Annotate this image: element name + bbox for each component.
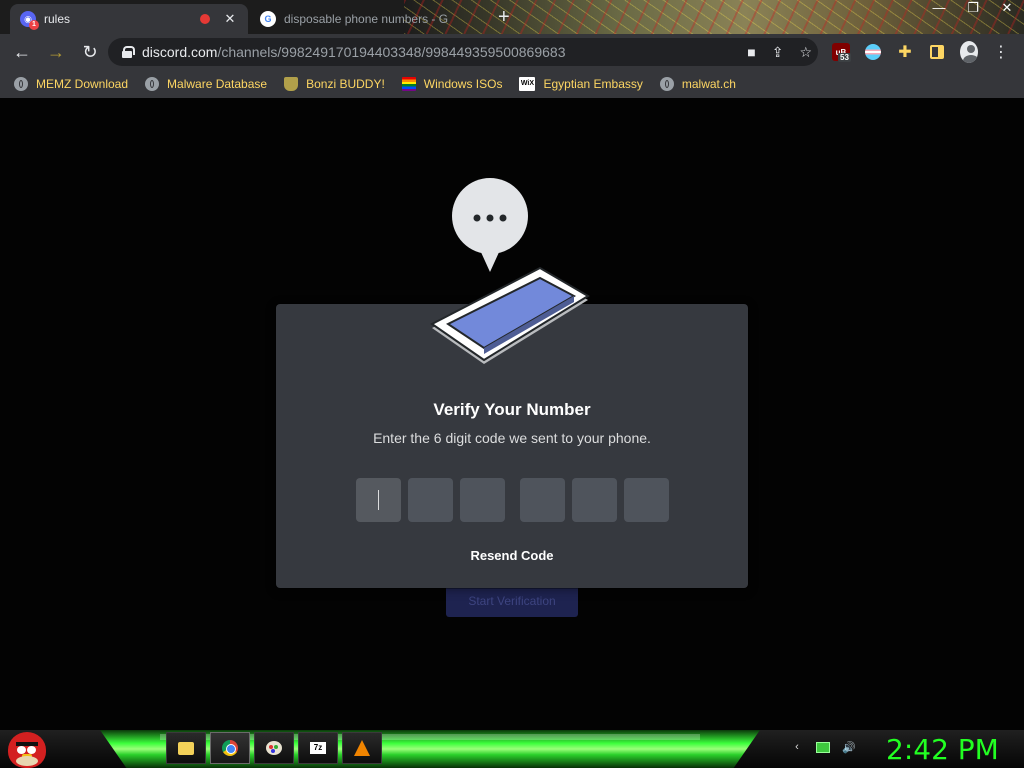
ublock-origin-icon[interactable]: uB 53 — [832, 43, 851, 62]
bookmark-bonzi-buddy[interactable]: Bonzi BUDDY! — [284, 77, 385, 91]
code-digit-1[interactable] — [356, 478, 401, 522]
minimize-icon[interactable]: — — [922, 0, 956, 18]
new-tab-button[interactable]: + — [498, 6, 510, 29]
code-digit-3[interactable] — [460, 478, 505, 522]
volume-icon[interactable]: 🔊 — [842, 740, 856, 754]
bookmark-label: MEMZ Download — [36, 77, 129, 91]
bookmark-label: Bonzi BUDDY! — [306, 77, 385, 91]
bookmark-malwatch[interactable]: malwat.ch — [659, 77, 736, 91]
paint-task[interactable] — [254, 732, 294, 764]
chrome-task[interactable] — [210, 732, 250, 764]
bookmark-label: Egyptian Embassy — [543, 77, 643, 91]
globe-icon — [145, 77, 160, 91]
close-window-icon[interactable]: ✕ — [990, 0, 1024, 18]
7zip-icon: 7z — [310, 742, 326, 754]
share-icon[interactable]: ⇪ — [772, 44, 784, 61]
resend-code-link[interactable]: Resend Code — [276, 548, 748, 563]
menu-kebab-icon[interactable]: ⋮ — [992, 43, 1010, 61]
modal-subtitle: Enter the 6 digit code we sent to your p… — [373, 430, 651, 446]
globe-icon — [14, 77, 28, 91]
omnibox-actions: ■ ⇪ ☆ — [747, 38, 812, 66]
paint-icon — [266, 741, 282, 755]
code-digit-6[interactable] — [624, 478, 669, 522]
vlc-icon — [354, 740, 370, 756]
vlc-task[interactable] — [342, 732, 382, 764]
bookmarks-bar: MEMZ Download Malware Database Bonzi BUD… — [0, 70, 1024, 98]
speech-bubble-icon — [452, 178, 528, 272]
modal-title: Verify Your Number — [433, 400, 591, 419]
side-panel-icon[interactable] — [928, 43, 946, 61]
bookmark-label: Windows ISOs — [423, 77, 503, 91]
ublock-badge: 53 — [838, 53, 851, 62]
forward-arrow-icon[interactable]: → — [40, 36, 72, 68]
tray-arrow-icon[interactable]: ‹ — [790, 740, 804, 754]
globe-icon — [659, 77, 674, 91]
folder-icon — [178, 741, 194, 755]
system-tray: ‹ 🔊 — [790, 740, 856, 754]
browser-titlebar: ◉ rules ✕ G disposable phone numbers - G… — [0, 0, 1024, 34]
tab-title: disposable phone numbers - G — [284, 12, 449, 26]
close-tab-icon[interactable]: ✕ — [222, 11, 238, 27]
bookmark-egyptian-embassy[interactable]: WiX Egyptian Embassy — [519, 77, 643, 91]
wix-icon: WiX — [519, 77, 536, 91]
bookmark-malware-database[interactable]: Malware Database — [145, 77, 267, 91]
7zip-task[interactable]: 7z — [298, 732, 338, 764]
code-input-row — [356, 478, 676, 522]
discord-favicon-icon: ◉ — [20, 11, 39, 30]
text-caret — [378, 490, 379, 510]
bookmark-label: Malware Database — [167, 77, 268, 91]
code-digit-2[interactable] — [408, 478, 453, 522]
chrome-icon — [222, 740, 238, 756]
google-favicon-icon: G — [260, 11, 276, 27]
reload-icon[interactable]: ↻ — [74, 36, 106, 68]
phone-icon — [430, 266, 590, 364]
trans-flag-extension-icon[interactable] — [864, 43, 882, 61]
url-path: /channels/998249170194403348/99844935950… — [217, 44, 566, 60]
browser-toolbar: ← → ↻ discord.com/channels/9982491701944… — [0, 34, 1024, 70]
bonzi-icon — [284, 77, 299, 91]
window-controls: — ❐ ✕ — [922, 0, 1024, 18]
address-bar[interactable]: discord.com/channels/998249170194403348/… — [108, 38, 818, 66]
camera-icon[interactable]: ■ — [747, 44, 755, 60]
code-digit-4[interactable] — [520, 478, 565, 522]
tab-rules[interactable]: ◉ rules ✕ — [10, 4, 248, 34]
taskbar-apps: 7z — [166, 732, 382, 764]
code-digit-5[interactable] — [572, 478, 617, 522]
file-explorer-task[interactable] — [166, 732, 206, 764]
recording-dot-icon — [200, 14, 210, 24]
extensions-puzzle-icon[interactable]: ✚ — [896, 43, 914, 61]
lock-icon — [122, 46, 135, 58]
rainbow-flag-icon — [401, 77, 416, 91]
extension-icons: uB 53 ✚ ⋮ — [832, 38, 1010, 66]
tab-disposable-phone-numbers[interactable]: G disposable phone numbers - G — [250, 4, 488, 34]
bookmark-star-icon[interactable]: ☆ — [799, 44, 812, 61]
discord-page: Start Verification Verify Your Number En… — [0, 98, 1024, 730]
back-arrow-icon[interactable]: ← — [6, 36, 38, 68]
url-host: discord.com — [142, 44, 218, 60]
bookmark-memz-download[interactable]: MEMZ Download — [14, 77, 128, 91]
taskbar: 7z ‹ 🔊 2:42 PM — [0, 730, 1024, 768]
bookmark-windows-isos[interactable]: Windows ISOs — [401, 77, 503, 91]
maximize-icon[interactable]: ❐ — [956, 0, 990, 18]
tab-title: rules — [44, 12, 71, 26]
phone-illustration — [430, 178, 590, 364]
network-icon[interactable] — [816, 740, 830, 754]
start-verification-button: Start Verification — [446, 585, 578, 617]
bookmark-label: malwat.ch — [681, 77, 736, 91]
start-button-angry-bird-icon[interactable] — [8, 732, 46, 768]
taskbar-clock[interactable]: 2:42 PM — [886, 733, 999, 766]
profile-avatar-icon[interactable] — [960, 41, 978, 63]
